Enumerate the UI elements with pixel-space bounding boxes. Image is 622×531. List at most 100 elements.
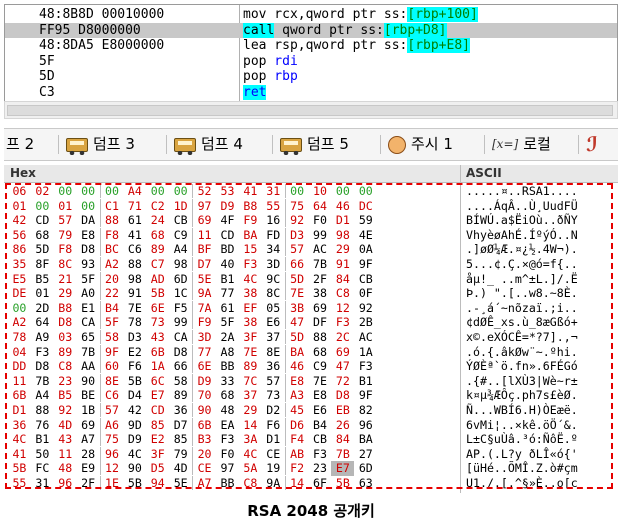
hex-byte[interactable]: 84 [331, 432, 354, 447]
hex-byte[interactable]: 66 [169, 359, 192, 374]
hex-byte[interactable]: 26 [331, 418, 354, 433]
hex-byte[interactable]: 48 [216, 403, 239, 418]
hex-byte[interactable]: 8E [262, 345, 285, 360]
hex-row[interactable]: 01 00 01 00 C1 71 C2 1D 97 D9 B8 55 75 64 46 DC [8, 198, 377, 214]
hex-byte[interactable]: 61 [216, 301, 239, 316]
hex-byte[interactable]: D1 [331, 213, 354, 228]
hex-byte[interactable]: F8 [54, 242, 77, 257]
hex-byte[interactable]: 45 [286, 403, 309, 418]
hex-byte[interactable]: C7 [146, 257, 169, 272]
hex-byte[interactable]: A7 [77, 432, 100, 447]
hex-byte[interactable]: 42 [123, 403, 146, 418]
hex-byte[interactable]: 00 [286, 184, 309, 199]
hex-byte[interactable]: 69 [309, 301, 332, 316]
hex-byte[interactable]: BB [216, 359, 239, 374]
hex-byte[interactable]: 41 [239, 184, 262, 199]
hex-byte[interactable]: B8 [54, 301, 77, 316]
hex-byte[interactable]: D1 [8, 403, 31, 418]
hex-byte[interactable]: D6 [286, 418, 309, 433]
hex-byte[interactable]: 56 [8, 228, 31, 243]
hex-byte[interactable]: A3 [286, 388, 309, 403]
hex-byte[interactable]: 90 [193, 403, 216, 418]
hex-row[interactable]: DD D8 C8 AA 60 F6 1A 66 6E BB 89 36 46 C9 47 F3 [8, 359, 377, 374]
hex-byte[interactable]: 7C [239, 374, 262, 389]
hex-byte[interactable]: 15 [239, 242, 262, 257]
hex-byte[interactable]: F3 [354, 359, 377, 374]
tab-덤프-3[interactable]: 덤프 3 [66, 129, 135, 160]
hex-byte[interactable]: A4 [31, 388, 54, 403]
hex-byte[interactable]: B5 [54, 388, 77, 403]
hex-byte[interactable]: 3F [146, 447, 169, 462]
hex-byte[interactable]: 7E [286, 286, 309, 301]
hex-byte[interactable]: 88 [31, 403, 54, 418]
hex-byte[interactable]: 36 [262, 359, 285, 374]
tab-주시-1[interactable]: 주시 1 [388, 129, 453, 160]
hex-byte[interactable]: 47 [331, 359, 354, 374]
hex-byte[interactable]: A8 [216, 345, 239, 360]
hex-byte[interactable]: 7B [309, 257, 332, 272]
hex-byte[interactable]: 01 [31, 286, 54, 301]
hex-byte[interactable]: 29 [54, 286, 77, 301]
hex-byte[interactable]: 00 [101, 184, 124, 199]
hex-byte[interactable]: 6F [309, 476, 332, 491]
hex-byte[interactable]: 38 [239, 315, 262, 330]
hex-byte[interactable]: CB [169, 213, 192, 228]
hex-byte[interactable]: 14 [239, 418, 262, 433]
hex-byte[interactable]: 5F [101, 315, 124, 330]
hex-byte[interactable]: E1 [77, 301, 100, 316]
hex-byte[interactable]: 69 [193, 213, 216, 228]
hex-byte[interactable]: 00 [77, 199, 100, 214]
hex-byte[interactable]: A2 [8, 315, 31, 330]
hex-byte[interactable]: 66 [286, 257, 309, 272]
hex-byte[interactable]: 22 [101, 286, 124, 301]
hex-byte[interactable]: 92 [354, 301, 377, 316]
hex-byte[interactable]: 64 [309, 199, 332, 214]
hex-byte[interactable]: 2F [309, 272, 332, 287]
hex-byte[interactable]: 7E [309, 374, 332, 389]
ascii-text[interactable]: ÝØÈª`ö.fn».6FÉGó [466, 359, 616, 374]
hex-byte[interactable]: 0A [354, 242, 377, 257]
hex-byte[interactable]: 7B [31, 374, 54, 389]
hex-byte[interactable]: 00 [146, 184, 169, 199]
ascii-text[interactable]: Ñ...WBÍ6.H)ÒEæë. [466, 403, 616, 418]
hex-byte[interactable]: 6E [193, 359, 216, 374]
hex-byte[interactable]: 72 [331, 374, 354, 389]
hex-byte[interactable]: DA [77, 213, 100, 228]
hex-byte[interactable]: 58 [169, 374, 192, 389]
hex-byte[interactable]: 00 [169, 184, 192, 199]
hex-byte[interactable]: C8 [239, 476, 262, 491]
ascii-text[interactable]: ¢dØÊ_xs.ù_8æGßó+ [466, 315, 616, 330]
hex-byte[interactable]: 2D [31, 301, 54, 316]
hex-byte[interactable]: 78 [8, 330, 31, 345]
hex-byte[interactable]: 2A [216, 330, 239, 345]
hex-byte[interactable]: D9 [123, 432, 146, 447]
hex-byte[interactable]: 23 [309, 461, 332, 476]
hex-byte[interactable]: 7E [239, 345, 262, 360]
hex-byte[interactable]: 5F [216, 315, 239, 330]
hex-byte[interactable]: 27 [354, 447, 377, 462]
hex-byte[interactable]: 3B [286, 301, 309, 316]
hex-byte[interactable]: 11 [8, 374, 31, 389]
hex-byte[interactable]: 53 [216, 184, 239, 199]
hex-byte[interactable]: DC [354, 199, 377, 214]
hex-byte[interactable]: 5F [77, 272, 100, 287]
hex-byte[interactable]: 57 [101, 403, 124, 418]
hex-byte[interactable]: 29 [239, 403, 262, 418]
hex-byte[interactable]: 2F [77, 476, 100, 491]
hex-byte[interactable]: 59 [354, 213, 377, 228]
hex-byte[interactable]: 35 [8, 257, 31, 272]
hex-byte[interactable]: 52 [193, 184, 216, 199]
hex-byte[interactable]: 14 [286, 476, 309, 491]
hex-byte[interactable]: 23 [54, 374, 77, 389]
hex-byte[interactable]: B1 [354, 374, 377, 389]
hex-byte[interactable]: 90 [123, 461, 146, 476]
hex-byte[interactable]: 5E [193, 272, 216, 287]
hex-byte[interactable]: 31 [31, 476, 54, 491]
hex-byte[interactable]: 00 [331, 184, 354, 199]
hex-byte[interactable]: B8 [239, 199, 262, 214]
hex-row[interactable]: 6B A4 B5 BE C6 D4 E7 89 70 68 37 73 A3 E8 D8 9F [8, 388, 377, 403]
hex-byte[interactable]: C6 [101, 388, 124, 403]
hex-byte[interactable]: 58 [101, 330, 124, 345]
hex-byte[interactable]: 4C [123, 447, 146, 462]
hex-byte[interactable]: CE [262, 447, 285, 462]
